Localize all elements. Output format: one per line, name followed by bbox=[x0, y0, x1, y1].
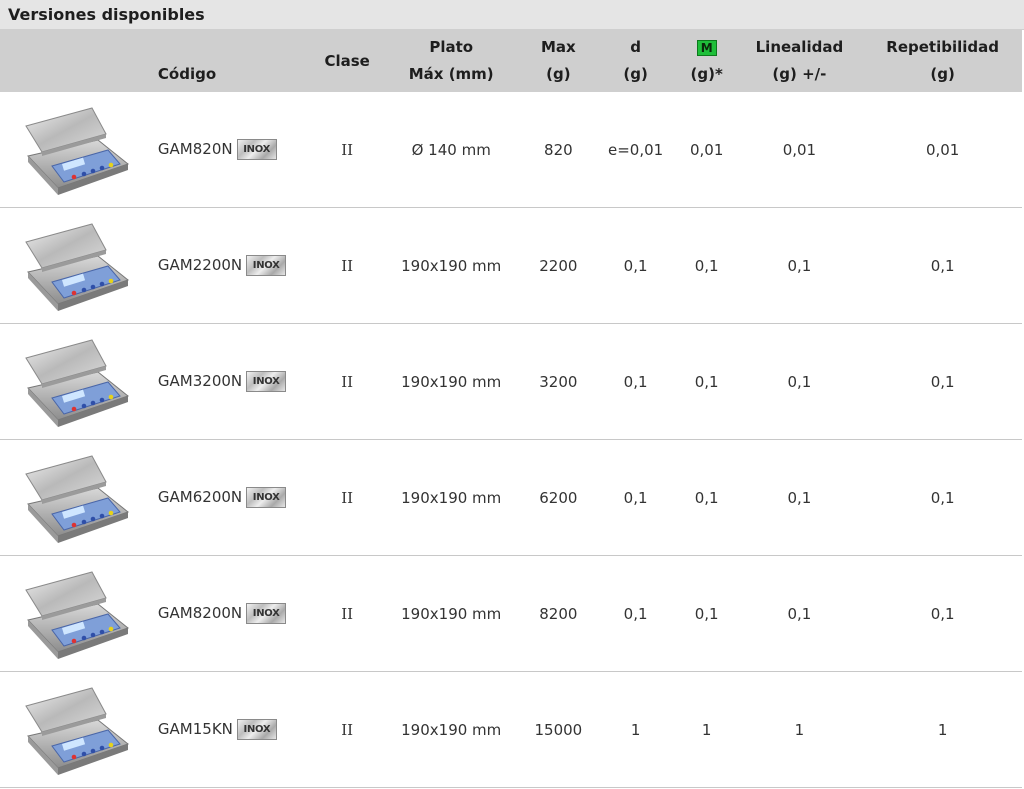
linealidad-value: 0,1 bbox=[735, 439, 864, 556]
product-code[interactable]: GAM6200N bbox=[158, 488, 242, 506]
max-value: 3200 bbox=[523, 323, 594, 440]
table-row: GAM15KN INOX II 190x190 mm 15000 1 1 1 1 bbox=[0, 671, 1022, 788]
product-code[interactable]: GAM820N bbox=[158, 140, 233, 158]
d-value: 0,1 bbox=[593, 555, 678, 672]
m-value: 0,01 bbox=[677, 92, 736, 208]
m-value: 0,1 bbox=[677, 555, 736, 672]
linealidad-value: 0,1 bbox=[735, 555, 864, 672]
plato-value: Ø 140 mm bbox=[379, 92, 524, 208]
clase-value: II bbox=[315, 555, 380, 672]
d-value: 1 bbox=[593, 671, 678, 788]
product-image-cell bbox=[0, 92, 134, 208]
product-code-cell: GAM820N INOX bbox=[133, 92, 316, 208]
plato-value: 190x190 mm bbox=[379, 671, 524, 788]
repetibilidad-value: 0,1 bbox=[863, 555, 1022, 672]
d-value: 0,1 bbox=[593, 439, 678, 556]
inox-badge: INOX bbox=[236, 139, 277, 160]
plato-column-header: Plato Máx (mm) bbox=[379, 30, 524, 92]
clase-value: II bbox=[315, 439, 380, 556]
plato-value: 190x190 mm bbox=[379, 323, 524, 440]
inox-badge: INOX bbox=[246, 487, 287, 508]
m-column-header: M (g)* bbox=[677, 30, 736, 92]
product-code-cell: GAM3200N INOX bbox=[133, 323, 316, 440]
d-column-header: d (g) bbox=[593, 30, 678, 92]
product-code[interactable]: GAM8200N bbox=[158, 604, 242, 622]
table-row: GAM820N INOX II Ø 140 mm 820 e=0,01 0,01 … bbox=[0, 92, 1022, 208]
repetibilidad-value: 1 bbox=[863, 671, 1022, 788]
repetibilidad-value: 0,1 bbox=[863, 323, 1022, 440]
repetibilidad-value: 0,1 bbox=[863, 207, 1022, 324]
table-header-row: Código Clase Plato Máx (mm) Max (g) d (g) M… bbox=[0, 30, 1022, 92]
linealidad-value: 0,01 bbox=[735, 92, 864, 208]
repetibilidad-value: 0,01 bbox=[863, 92, 1022, 208]
table-row: GAM3200N INOX II 190x190 mm 3200 0,1 0,1 … bbox=[0, 323, 1022, 440]
m-value: 1 bbox=[677, 671, 736, 788]
d-value: e=0,01 bbox=[593, 92, 678, 208]
m-value: 0,1 bbox=[677, 439, 736, 556]
product-code[interactable]: GAM3200N bbox=[158, 372, 242, 390]
clase-value: II bbox=[315, 671, 380, 788]
product-code-cell: GAM15KN INOX bbox=[133, 671, 316, 788]
max-value: 2200 bbox=[523, 207, 594, 324]
product-code-cell: GAM8200N INOX bbox=[133, 555, 316, 672]
clase-value: II bbox=[315, 323, 380, 440]
code-column-header: Código bbox=[133, 30, 316, 92]
inox-badge: INOX bbox=[246, 255, 287, 276]
linealidad-value: 1 bbox=[735, 671, 864, 788]
clase-column-header: Clase bbox=[315, 30, 380, 92]
product-image-cell bbox=[0, 555, 134, 672]
m-value: 0,1 bbox=[677, 207, 736, 324]
repetibilidad-column-header: Repetibilidad (g) bbox=[863, 30, 1022, 92]
table-row: GAM2200N INOX II 190x190 mm 2200 0,1 0,1 … bbox=[0, 207, 1022, 324]
max-value: 8200 bbox=[523, 555, 594, 672]
plato-value: 190x190 mm bbox=[379, 207, 524, 324]
product-image-cell bbox=[0, 323, 134, 440]
linealidad-value: 0,1 bbox=[735, 207, 864, 324]
max-value: 820 bbox=[523, 92, 594, 208]
image-column-header bbox=[0, 30, 134, 92]
clase-value: II bbox=[315, 92, 380, 208]
max-column-header: Max (g) bbox=[523, 30, 594, 92]
balance-scale-icon[interactable] bbox=[22, 684, 130, 776]
versions-table: Código Clase Plato Máx (mm) Max (g) d (g) M… bbox=[0, 30, 1022, 788]
table-row: GAM8200N INOX II 190x190 mm 8200 0,1 0,1 … bbox=[0, 555, 1022, 672]
product-code-cell: GAM6200N INOX bbox=[133, 439, 316, 556]
max-value: 15000 bbox=[523, 671, 594, 788]
product-image-cell bbox=[0, 671, 134, 788]
table-row: GAM6200N INOX II 190x190 mm 6200 0,1 0,1 … bbox=[0, 439, 1022, 556]
balance-scale-icon[interactable] bbox=[22, 104, 130, 196]
inox-badge: INOX bbox=[246, 603, 287, 624]
d-value: 0,1 bbox=[593, 207, 678, 324]
inox-badge: INOX bbox=[236, 719, 277, 740]
section-title: Versiones disponibles bbox=[0, 0, 1024, 30]
m-value: 0,1 bbox=[677, 323, 736, 440]
balance-scale-icon[interactable] bbox=[22, 568, 130, 660]
balance-scale-icon[interactable] bbox=[22, 336, 130, 428]
product-code[interactable]: GAM2200N bbox=[158, 256, 242, 274]
max-value: 6200 bbox=[523, 439, 594, 556]
repetibilidad-value: 0,1 bbox=[863, 439, 1022, 556]
product-image-cell bbox=[0, 207, 134, 324]
product-code-cell: GAM2200N INOX bbox=[133, 207, 316, 324]
balance-scale-icon[interactable] bbox=[22, 220, 130, 312]
linealidad-column-header: Linealidad (g) +/- bbox=[735, 30, 864, 92]
d-value: 0,1 bbox=[593, 323, 678, 440]
clase-value: II bbox=[315, 207, 380, 324]
product-code[interactable]: GAM15KN bbox=[158, 720, 233, 738]
metrology-m-badge: M bbox=[696, 40, 717, 56]
linealidad-value: 0,1 bbox=[735, 323, 864, 440]
plato-value: 190x190 mm bbox=[379, 439, 524, 556]
balance-scale-icon[interactable] bbox=[22, 452, 130, 544]
plato-value: 190x190 mm bbox=[379, 555, 524, 672]
product-image-cell bbox=[0, 439, 134, 556]
inox-badge: INOX bbox=[246, 371, 287, 392]
